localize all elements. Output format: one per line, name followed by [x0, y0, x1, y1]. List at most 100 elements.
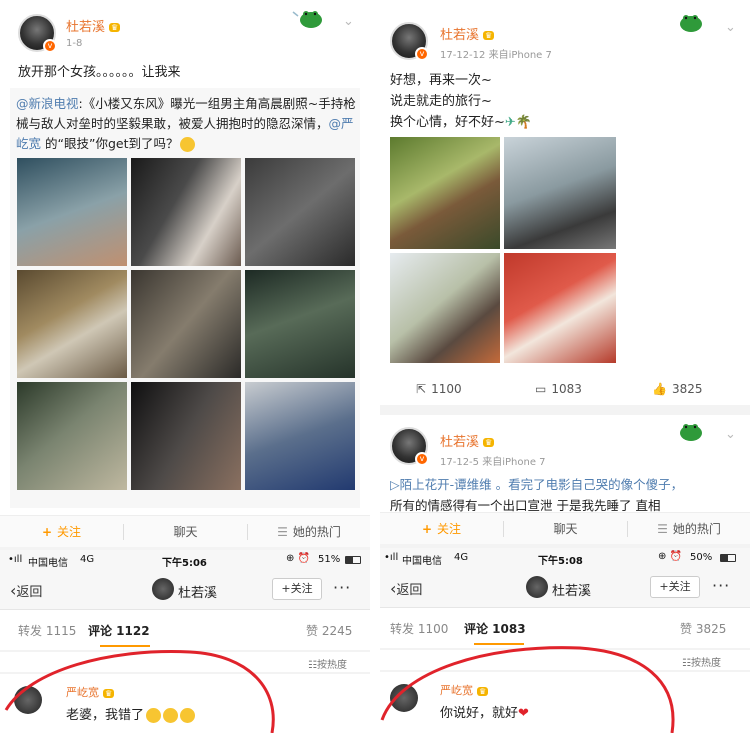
tab-repost[interactable]: 转发 1100 [390, 620, 448, 637]
photo-6[interactable] [245, 270, 355, 378]
photo-8[interactable] [131, 382, 241, 490]
follow-button[interactable]: + 关注 [380, 513, 503, 544]
hot-button[interactable]: ☰ 她的热门 [628, 513, 750, 544]
photo-3[interactable] [390, 253, 500, 363]
hot-button[interactable]: ☰ 她的热门 [248, 516, 370, 547]
tab-comment[interactable]: 评论 1122 [88, 622, 150, 639]
chevron-down-icon[interactable]: ⌄ [725, 427, 736, 442]
sunglasses-emoji-icon [180, 137, 196, 152]
battery-icon [720, 554, 736, 562]
tab-repost[interactable]: 转发 1115 [18, 622, 76, 639]
chat-button[interactable]: 聊天 [504, 513, 627, 544]
post-line-1-text[interactable]: ▷陌上花开-谭维维 。看完了电影自己哭的像个傻子， [390, 477, 683, 492]
chat-button[interactable]: 聊天 [124, 516, 247, 547]
commenter-name[interactable]: 严屹宽 ♛ [440, 682, 489, 698]
repost-count-text: 1100 [431, 382, 462, 396]
comment-tabs: 转发 1115 评论 1122 赞 2245 [0, 610, 370, 650]
author-name-text: 杜若溪 [440, 435, 480, 450]
alarm-icon: ⊕ ⏰ [658, 551, 683, 562]
left-screenshot: v 杜若溪 ♛ 1-8 ⌄ 放开那个女孩。。。。。。让我来 @新浪电视:《小楼又东… [0, 0, 370, 733]
plane-emoji-icon: ✈🌴 [504, 115, 532, 130]
photo-2[interactable] [504, 137, 616, 249]
author-avatar[interactable]: v [390, 22, 429, 61]
mention-link[interactable]: @新浪电视 [16, 96, 79, 111]
author-avatar[interactable]: v [18, 14, 57, 53]
post-line-2: 说走就走的旅行~ [390, 94, 492, 109]
follow-label: 关注 [57, 525, 82, 539]
commenter-name[interactable]: 严屹宽 ♛ [66, 684, 115, 700]
more-options-icon[interactable]: ··· [712, 576, 730, 595]
post-line-1: 好想，再来一次~ [390, 73, 492, 88]
photo-5[interactable] [131, 270, 241, 378]
photo-1[interactable] [390, 137, 500, 249]
post-date: 17-12-12 [440, 50, 486, 61]
thumb-up-icon: 👍 [652, 382, 667, 396]
nav-follow-button[interactable]: +关注 [272, 578, 322, 600]
photo-7[interactable] [17, 382, 127, 490]
nav-avatar[interactable] [152, 578, 174, 600]
back-label: 返回 [396, 583, 423, 598]
author-name[interactable]: 杜若溪 ♛ [66, 16, 121, 35]
sort-bar: ☷按热度 [0, 652, 370, 672]
back-button[interactable]: ‹返回 [10, 581, 42, 600]
emoji-icon [180, 708, 196, 723]
author-name[interactable]: 杜若溪 ♛ [440, 431, 495, 450]
active-tab-indicator [100, 645, 150, 647]
follow-button[interactable]: + 关注 [0, 516, 123, 547]
list-icon: ☰ [657, 521, 668, 536]
repost-text: @新浪电视:《小楼又东风》曝光一组男主角高晨剧照~手持枪械与敌人对垒时的坚毅果敢… [16, 94, 356, 154]
crown-icon: ♛ [103, 688, 115, 698]
plus-icon: + [41, 524, 53, 539]
sort-button[interactable]: ☷按热度 [682, 654, 721, 669]
chevron-down-icon[interactable]: ⌄ [725, 20, 736, 35]
repost-block[interactable]: @新浪电视:《小楼又东风》曝光一组男主角高晨剧照~手持枪械与敌人对垒时的坚毅果敢… [10, 88, 360, 508]
more-options-icon[interactable]: ··· [333, 578, 351, 597]
post-line-1: ▷陌上花开-谭维维 。看完了电影自己哭的像个傻子， [390, 474, 745, 495]
like-count[interactable]: 👍 3825 [652, 382, 703, 396]
author-avatar[interactable]: v [390, 427, 429, 466]
post-meta: 17-12-12 来自iPhone 7 [440, 46, 552, 61]
frog-sticker-icon [680, 15, 702, 32]
photo-9[interactable] [245, 382, 355, 490]
photo-2[interactable] [131, 158, 241, 266]
status-bar: •ıll 中国电信 4G 下午5:06 ⊕ ⏰ 51% [0, 550, 370, 570]
back-button[interactable]: ‹返回 [390, 579, 422, 598]
sort-icon: ☷ [682, 658, 691, 669]
nav-follow-button[interactable]: +关注 [650, 576, 700, 598]
emoji-icon [163, 708, 179, 723]
sort-label: 按热度 [316, 660, 347, 671]
repost-count[interactable]: ⇱ 1100 [416, 382, 462, 396]
photo-1[interactable] [17, 158, 127, 266]
like-count-text: 3825 [671, 382, 703, 396]
network: 4G [454, 552, 469, 563]
tab-comment[interactable]: 评论 1083 [464, 620, 526, 637]
nav-bar: ‹返回 杜若溪 +关注 ··· [0, 570, 370, 610]
clock: 下午5:06 [162, 558, 207, 569]
comment-count-text: 1083 [551, 382, 582, 396]
commenter-avatar[interactable] [14, 686, 42, 714]
post-line-2: 所有的情感得有一个出口宣泄 于是我先睡了 直相 [390, 498, 661, 512]
comment-item[interactable]: 严屹宽 ♛ 你说好，就好❤ [380, 672, 750, 733]
v-badge-icon: v [415, 452, 429, 466]
active-tab-indicator [474, 643, 524, 645]
author-name[interactable]: 杜若溪 ♛ [440, 24, 495, 43]
photo-4[interactable] [504, 253, 616, 363]
sort-button[interactable]: ☷按热度 [308, 656, 347, 671]
comment-item[interactable]: 严屹宽 ♛ 老婆，我错了 [0, 674, 370, 733]
sort-icon: ☷ [308, 660, 317, 671]
comment-count[interactable]: ▭ 1083 [535, 382, 582, 396]
comment-body: 老婆，我错了 [66, 708, 145, 723]
plus-icon: + [421, 521, 433, 536]
post-text: 放开那个女孩。。。。。。让我来 [18, 65, 181, 80]
carrier: 中国电信 [402, 556, 442, 567]
tab-likes[interactable]: 赞 2245 [306, 622, 352, 639]
tab-likes[interactable]: 赞 3825 [680, 620, 726, 637]
chevron-down-icon[interactable]: ⌄ [343, 14, 354, 29]
commenter-avatar[interactable] [390, 684, 418, 712]
profile-action-bar: + 关注 聊天 ☰ 她的热门 [0, 515, 370, 547]
repost-icon: ⇱ [416, 382, 427, 396]
photo-4[interactable] [17, 270, 127, 378]
commenter-name-text: 严屹宽 [66, 686, 99, 699]
photo-3[interactable] [245, 158, 355, 266]
nav-avatar[interactable] [526, 576, 548, 598]
